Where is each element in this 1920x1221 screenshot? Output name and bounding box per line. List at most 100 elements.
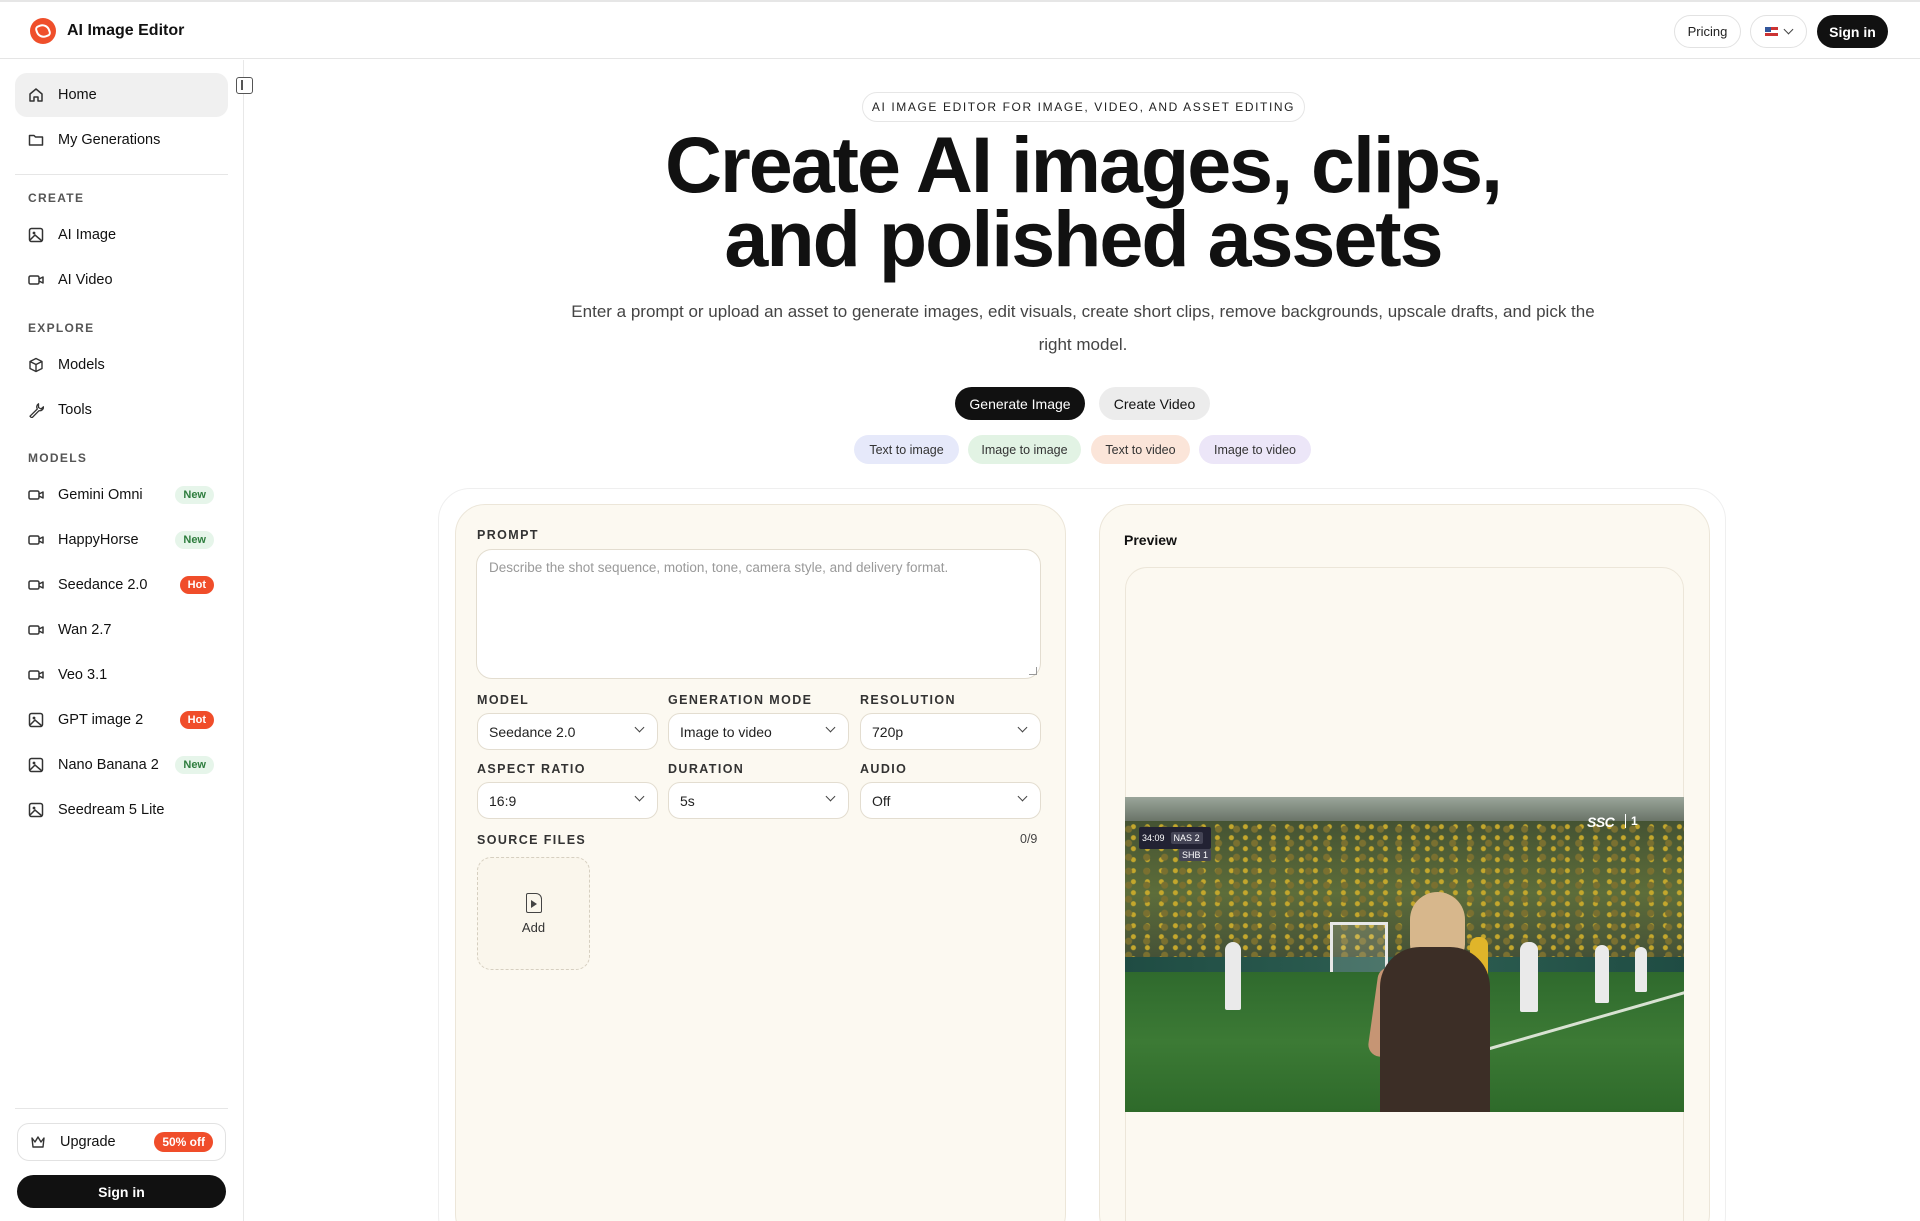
sidebar-item-home[interactable]: Home — [15, 73, 228, 117]
resolution-select[interactable]: 720p — [860, 713, 1041, 750]
sidebar-item-label: Seedance 2.0 — [58, 577, 148, 593]
team-two-name: SHB — [1182, 850, 1201, 860]
generation-mode-select[interactable]: Image to video — [668, 713, 849, 750]
sidebar-item-label: Seedream 5 Lite — [58, 802, 165, 818]
sidebar-item-ai-image[interactable]: AI Image — [15, 213, 228, 257]
person-body — [1380, 947, 1490, 1112]
team-one: NAS 2 — [1170, 832, 1203, 844]
video-icon — [28, 577, 44, 593]
app-logo[interactable] — [30, 18, 56, 44]
sidebar-item-gpt-image[interactable]: GPT image 2 Hot — [15, 698, 228, 742]
player — [1635, 947, 1647, 992]
prompt-textarea[interactable]: Describe the shot sequence, motion, tone… — [476, 549, 1041, 679]
model-select[interactable]: Seedance 2.0 — [477, 713, 658, 750]
sidebar-item-label: Nano Banana 2 — [58, 757, 159, 773]
player — [1595, 945, 1609, 1003]
sidebar-item-models[interactable]: Models — [15, 343, 228, 387]
sidebar-item-label: My Generations — [58, 132, 161, 148]
crown-icon — [30, 1134, 46, 1150]
sidebar-item-label: Gemini Omni — [58, 487, 143, 503]
new-badge: New — [175, 756, 214, 774]
aspect-ratio-label: ASPECT RATIO — [477, 762, 586, 776]
sidebar-item-seedance[interactable]: Seedance 2.0 Hot — [15, 563, 228, 607]
scoreboard-overlay: 34:09 NAS 2 — [1139, 827, 1211, 849]
source-files-label: SOURCE FILES — [477, 833, 587, 847]
resolution-value: 720p — [872, 723, 904, 740]
app-root: AI Image Editor Pricing Sign in Home My … — [0, 0, 1920, 1221]
sidebar-item-veo[interactable]: Veo 3.1 — [15, 653, 228, 697]
upgrade-label: Upgrade — [60, 1134, 116, 1150]
sidebar-item-label: Models — [58, 357, 105, 373]
sidebar-divider — [15, 1108, 228, 1109]
home-icon — [28, 87, 44, 103]
audio-value: Off — [872, 792, 891, 809]
sidebar-collapse-icon[interactable] — [236, 77, 253, 94]
sidebar-divider — [15, 174, 228, 175]
header-signin-button[interactable]: Sign in — [1817, 15, 1888, 48]
resize-handle-icon[interactable] — [1029, 667, 1037, 675]
video-icon — [28, 532, 44, 548]
team-one-name: NAS — [1173, 833, 1193, 843]
chip-text-to-video[interactable]: Text to video — [1091, 435, 1190, 464]
add-source-file-button[interactable]: Add — [477, 857, 590, 970]
sidebar-item-my-generations[interactable]: My Generations — [15, 118, 228, 162]
upgrade-button[interactable]: Upgrade 50% off — [17, 1123, 226, 1161]
aspect-ratio-value: 16:9 — [489, 792, 517, 809]
source-files-count: 0/9 — [1020, 832, 1038, 846]
language-selector[interactable] — [1750, 15, 1807, 48]
video-icon — [28, 272, 44, 288]
top-header: AI Image Editor Pricing Sign in — [0, 2, 1920, 59]
chip-image-to-video[interactable]: Image to video — [1199, 435, 1311, 464]
generate-image-button[interactable]: Generate Image — [955, 387, 1085, 420]
model-value: Seedance 2.0 — [489, 723, 576, 740]
sidebar-item-seedream[interactable]: Seedream 5 Lite — [15, 788, 228, 832]
audio-label: AUDIO — [860, 762, 908, 776]
player — [1520, 942, 1538, 1012]
prompt-label: PROMPT — [477, 528, 539, 542]
sidebar-signin-button[interactable]: Sign in — [17, 1175, 226, 1208]
title-line-1: Create AI images, clips, — [664, 120, 1503, 209]
sidebar-item-label: GPT image 2 — [58, 712, 144, 728]
hot-badge: Hot — [179, 711, 214, 729]
sidebar-item-label: Veo 3.1 — [58, 667, 108, 683]
sidebar-item-label: Home — [58, 87, 97, 103]
preview-video[interactable]: 34:09 NAS 2 SHB 1 SSC 1 — [1125, 797, 1684, 1112]
player — [1225, 942, 1241, 1010]
channel-number: 1 — [1625, 814, 1638, 828]
sidebar-item-label: AI Image — [58, 227, 117, 243]
page-title: Create AI images, clips, and polished as… — [560, 120, 1606, 283]
pricing-button[interactable]: Pricing — [1674, 15, 1741, 48]
sidebar-item-label: Wan 2.7 — [58, 622, 112, 638]
duration-select[interactable]: 5s — [668, 782, 849, 819]
model-label: MODEL — [477, 693, 530, 707]
preview-title: Preview — [1124, 532, 1177, 548]
sidebar-item-ai-video[interactable]: AI Video — [15, 258, 228, 302]
video-icon — [28, 667, 44, 683]
us-flag-icon — [1765, 27, 1778, 36]
cube-icon — [28, 357, 44, 373]
generation-mode-value: Image to video — [680, 723, 772, 740]
sidebar-item-nano-banana[interactable]: Nano Banana 2 New — [15, 743, 228, 787]
create-video-button[interactable]: Create Video — [1099, 387, 1210, 420]
image-icon — [28, 802, 44, 818]
sidebar-item-wan[interactable]: Wan 2.7 — [15, 608, 228, 652]
sidebar-item-tools[interactable]: Tools — [15, 388, 228, 432]
sidebar-item-gemini-omni[interactable]: Gemini Omni New — [15, 473, 228, 517]
chevron-down-icon — [634, 722, 645, 733]
chevron-down-icon — [634, 791, 645, 802]
chip-image-to-image[interactable]: Image to image — [968, 435, 1081, 464]
image-icon — [28, 227, 44, 243]
chip-text-to-image[interactable]: Text to image — [854, 435, 959, 464]
team-one-score: 2 — [1194, 833, 1200, 843]
app-title[interactable]: AI Image Editor — [67, 22, 184, 40]
chevron-down-icon — [1783, 24, 1794, 35]
image-icon — [28, 757, 44, 773]
match-time: 34:09 — [1142, 833, 1165, 843]
video-icon — [28, 622, 44, 638]
hero-subtitle: Enter a prompt or upload an asset to gen… — [571, 302, 1595, 354]
audio-select[interactable]: Off — [860, 782, 1041, 819]
sidebar-item-happyhorse[interactable]: HappyHorse New — [15, 518, 228, 562]
title-line-2: and polished assets — [724, 194, 1443, 283]
hero-eyebrow: AI IMAGE EDITOR FOR IMAGE, VIDEO, AND AS… — [862, 92, 1305, 122]
aspect-ratio-select[interactable]: 16:9 — [477, 782, 658, 819]
